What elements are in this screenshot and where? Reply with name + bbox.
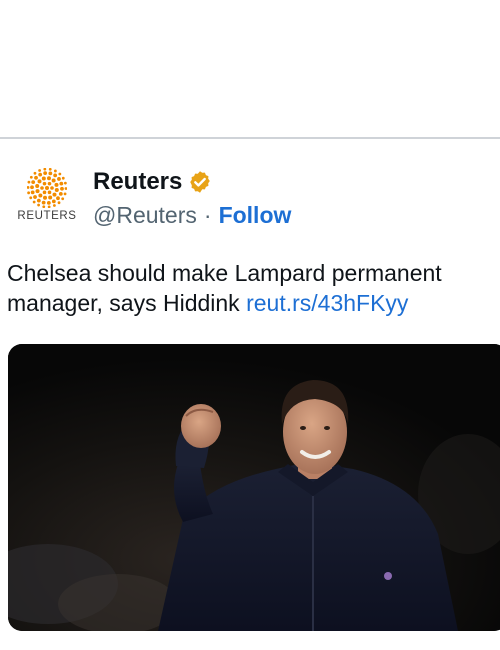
tweet-embed-page: REUTERS Reuters @Reuters · Follow Chelse…: [0, 0, 500, 650]
logo-dot: [57, 201, 61, 205]
logo-dot: [32, 200, 36, 204]
logo-dot: [42, 205, 46, 208]
author-name-row[interactable]: Reuters: [93, 166, 212, 198]
logo-dot: [46, 176, 51, 181]
logo-dot: [36, 198, 41, 203]
logo-dot: [53, 173, 58, 178]
logo-dot: [54, 182, 59, 187]
logo-dot: [37, 179, 42, 184]
logo-dot: [57, 177, 61, 181]
logo-dot: [38, 193, 43, 198]
verified-badge-icon: [190, 171, 211, 193]
logo-dot: [30, 185, 34, 190]
reuters-logo[interactable]: REUTERS: [14, 168, 80, 228]
logo-dot: [27, 186, 30, 189]
tweet-text: Chelsea should make Lampard permanent ma…: [7, 258, 497, 318]
logo-dot: [52, 204, 56, 207]
logo-dot: [27, 191, 31, 195]
logo-dot: [59, 181, 64, 186]
follow-button[interactable]: Follow: [219, 202, 292, 229]
logo-dot: [41, 176, 46, 181]
logo-dot: [35, 184, 40, 189]
logo-dot: [29, 175, 33, 179]
top-blank-area: [0, 0, 500, 137]
logo-dot: [47, 205, 51, 208]
logo-dot: [43, 195, 48, 200]
logo-dot: [30, 190, 35, 195]
divider-line: [0, 137, 500, 139]
logo-dot: [27, 180, 31, 184]
logo-dot: [48, 195, 53, 200]
logo-dot: [51, 178, 56, 183]
reuters-wordmark: REUTERS: [17, 210, 77, 222]
logo-dot: [42, 181, 47, 186]
separator-dot: ·: [203, 201, 212, 228]
logo-dot: [40, 186, 44, 190]
logo-dot: [52, 192, 57, 197]
logo-dot: [37, 203, 41, 207]
photo-of-man-raising-fist-icon: [8, 344, 500, 631]
logo-dot: [34, 175, 38, 180]
tweet-link[interactable]: reut.rs/43hFKyy: [246, 290, 408, 316]
logo-dot: [54, 187, 59, 192]
logo-dot: [47, 190, 52, 195]
logo-dot: [61, 197, 65, 201]
tweet-photo[interactable]: [8, 344, 500, 631]
logo-dot: [46, 200, 51, 205]
logo-dot: [63, 192, 67, 196]
logo-dot: [47, 181, 52, 186]
author-display-name[interactable]: Reuters: [93, 168, 182, 196]
logo-dot: [50, 186, 54, 190]
logo-dot: [51, 199, 56, 204]
logo-dot: [61, 176, 65, 180]
logo-dot: [38, 172, 43, 177]
reuters-dot-mark-icon: [27, 168, 67, 208]
logo-dot: [64, 187, 67, 190]
logo-dot: [58, 172, 62, 176]
logo-dot: [60, 186, 64, 191]
logo-dot: [43, 168, 47, 171]
logo-dot: [43, 171, 48, 176]
author-handle[interactable]: @Reuters: [93, 202, 197, 229]
logo-dot: [33, 195, 37, 199]
logo-dot: [29, 196, 33, 200]
logo-dot: [56, 196, 60, 201]
logo-dot: [38, 169, 42, 172]
logo-dot: [42, 190, 47, 195]
logo-dot: [31, 180, 36, 185]
logo-dot: [35, 189, 40, 194]
logo-dot: [33, 171, 37, 175]
logo-dot: [63, 181, 67, 185]
logo-dot: [53, 169, 57, 173]
logo-dot: [48, 171, 53, 176]
logo-dot: [58, 191, 63, 196]
author-handle-row: @Reuters · Follow: [93, 200, 291, 230]
logo-dot: [48, 168, 52, 171]
logo-center-dot: [45, 186, 49, 190]
logo-dot: [41, 200, 46, 205]
